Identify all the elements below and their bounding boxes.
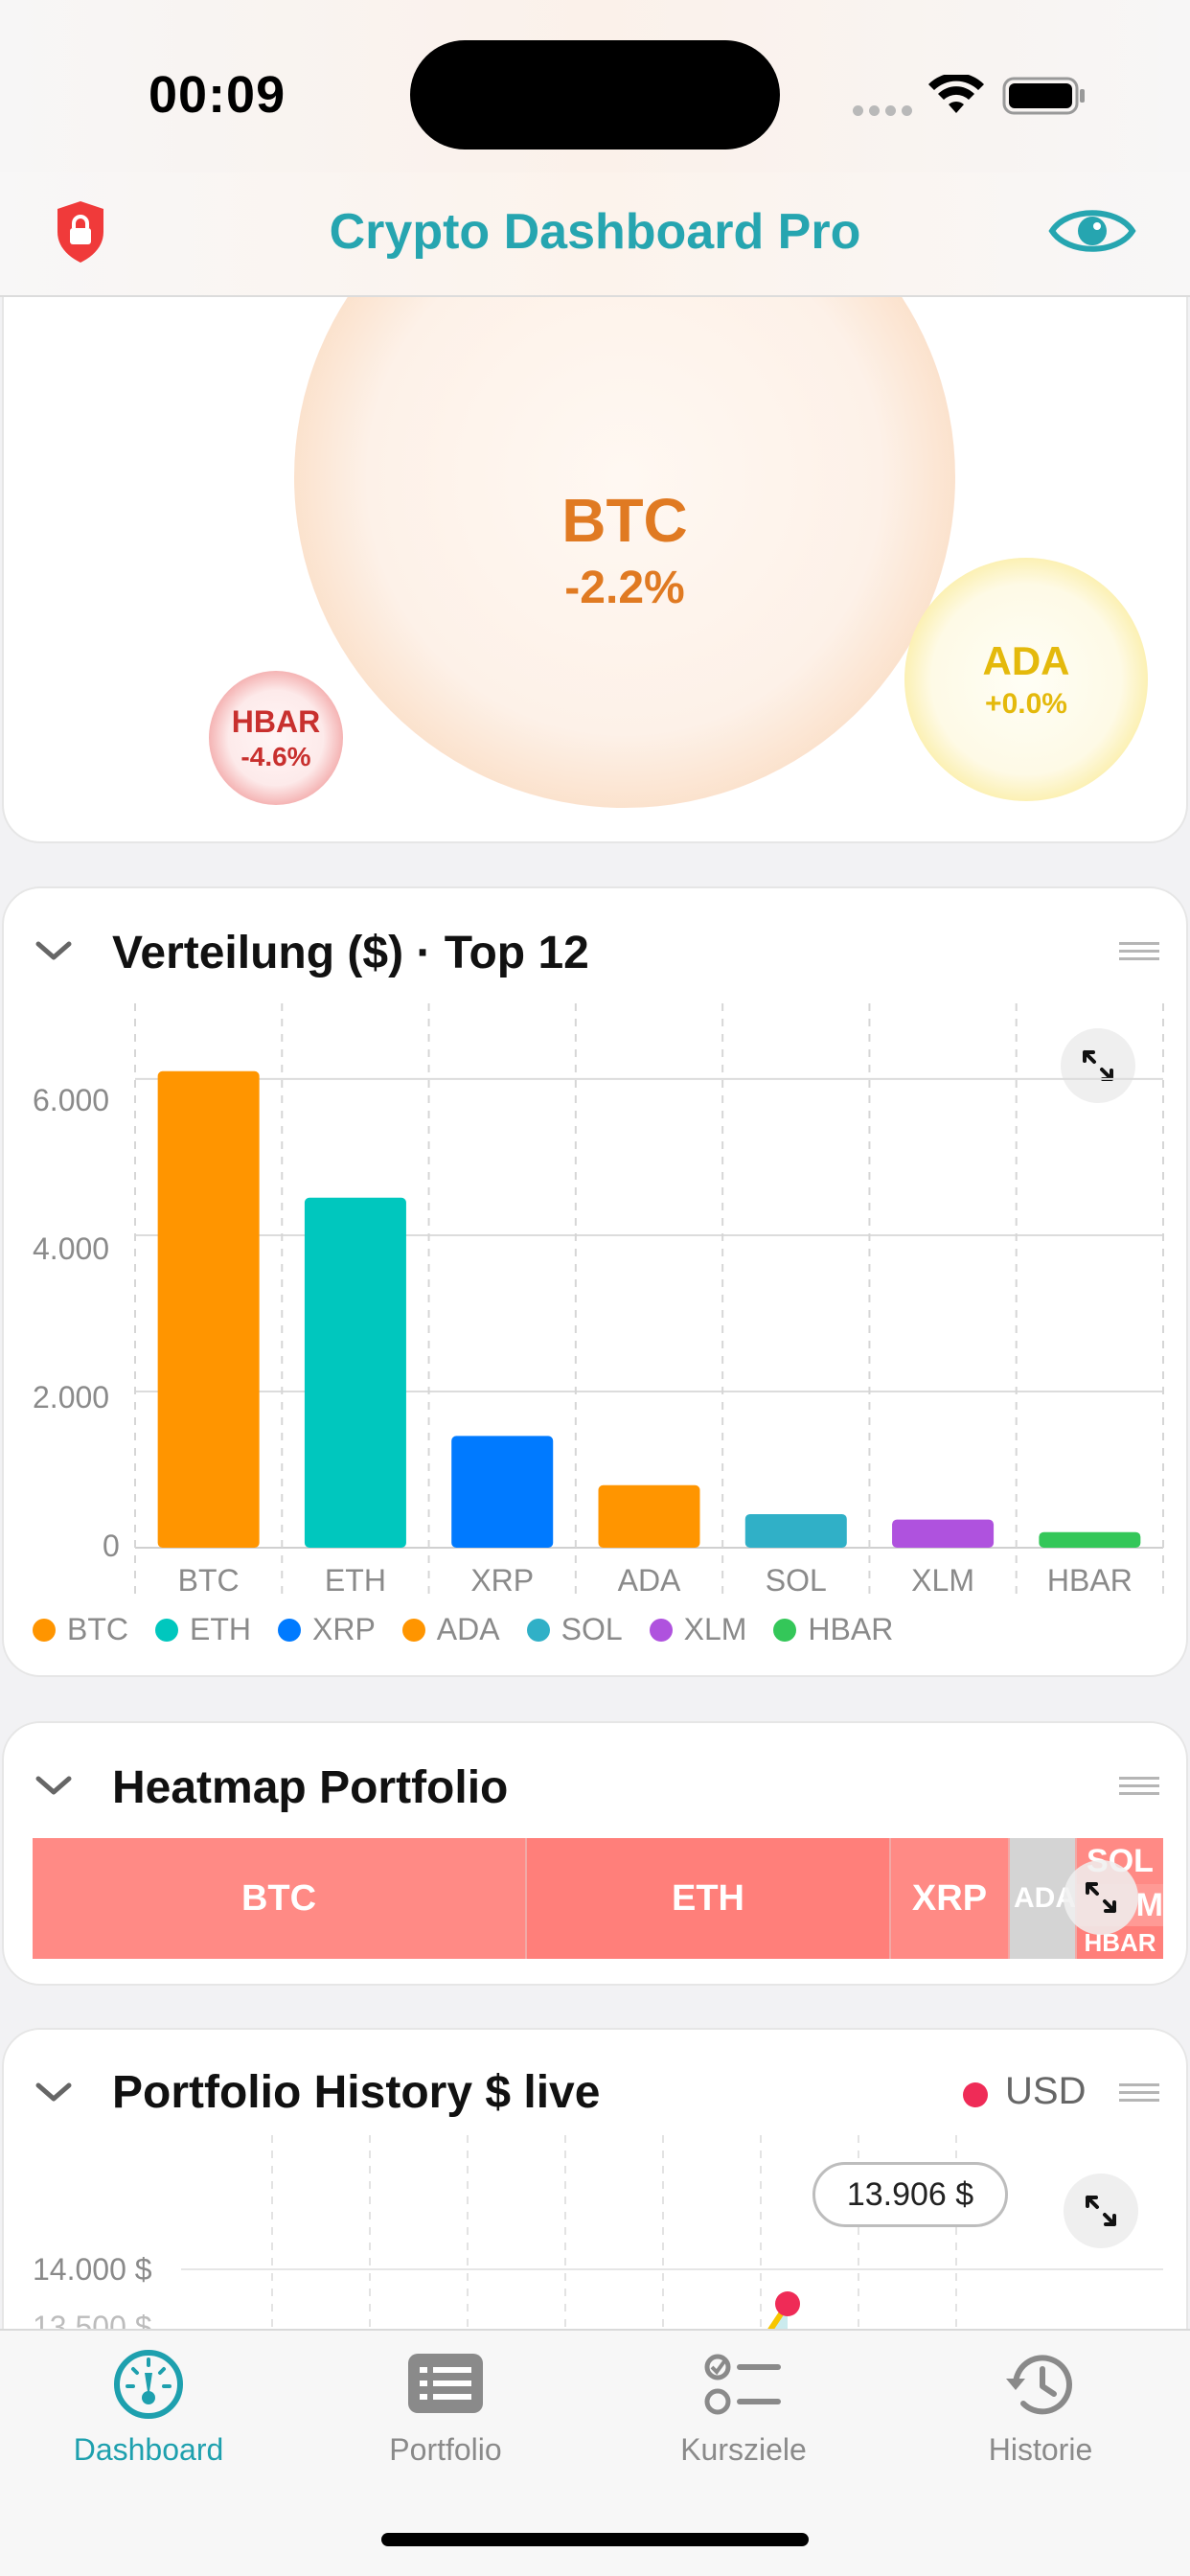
tab-dashboard[interactable]: Dashboard — [5, 2348, 292, 2468]
eye-icon[interactable] — [1048, 199, 1136, 263]
page-title: Crypto Dashboard Pro — [329, 204, 861, 260]
legend-item: XRP — [278, 1612, 376, 1647]
legend-label: BTC — [67, 1612, 128, 1646]
home-indicator — [381, 2533, 809, 2546]
x-tick-label: BTC — [178, 1563, 240, 1598]
legend-dot — [33, 1618, 56, 1642]
expand-icon — [1086, 1882, 1116, 1913]
drag-handle-icon[interactable] — [1119, 1775, 1159, 1798]
expand-button[interactable] — [1064, 1860, 1138, 1935]
x-tick-label: ETH — [325, 1563, 386, 1598]
expand-button[interactable] — [1064, 2174, 1138, 2248]
legend-item: BTC — [33, 1612, 128, 1647]
x-tick-label: SOL — [766, 1563, 827, 1598]
legend-label: XRP — [312, 1612, 376, 1646]
status-bar: 00:09 — [0, 0, 1190, 172]
x-tick-label: ADA — [618, 1563, 681, 1598]
legend-dot — [401, 1618, 425, 1642]
tab-label: Dashboard — [73, 2432, 224, 2467]
bubble-symbol: ADA — [982, 638, 1070, 683]
heatmap: BTC ETH XRP ADA SOL M HBAR — [33, 1838, 1163, 1959]
heatmap-title: Heatmap Portfolio — [112, 1762, 509, 1813]
chevron-down-icon[interactable] — [33, 2078, 75, 2106]
bar-hbar — [1039, 1531, 1141, 1548]
tab-label: Kursziele — [680, 2432, 807, 2467]
legend-label: HBAR — [808, 1612, 894, 1646]
tab-label: Portfolio — [389, 2432, 502, 2467]
bubble-btc[interactable]: BTC -2.2% — [294, 297, 955, 808]
chevron-down-icon[interactable] — [33, 1771, 75, 1800]
tab-portfolio[interactable]: Portfolio — [302, 2348, 589, 2468]
legend-item: ADA — [401, 1612, 500, 1647]
drag-handle-icon[interactable] — [1119, 2082, 1159, 2104]
gauge-icon — [114, 2350, 183, 2419]
history-title: Portfolio History $ live — [112, 2067, 601, 2118]
distribution-card: Verteilung ($) · Top 12 6.000 4.000 2.00… — [2, 886, 1188, 1677]
chart-legend: BTC ETH XRP ADA SOL XLM HBAR — [33, 1612, 920, 1647]
checklist-icon — [704, 2354, 781, 2415]
legend-dot — [773, 1618, 797, 1642]
bar-xlm — [892, 1519, 995, 1548]
legend-dot — [155, 1618, 178, 1642]
legend-item: HBAR — [773, 1612, 893, 1647]
bubble-symbol: BTC — [561, 485, 688, 555]
bubble-change: -2.2% — [564, 562, 685, 613]
current-value-tooltip: 13.906 $ — [812, 2162, 1008, 2227]
legend-label: XLM — [683, 1612, 747, 1646]
legend-label: SOL — [561, 1612, 623, 1646]
dynamic-island — [410, 40, 780, 150]
bar-sol — [744, 1513, 847, 1548]
currency-indicator — [963, 2082, 988, 2107]
legend-dot — [278, 1618, 301, 1642]
x-tick-label: XRP — [470, 1563, 534, 1598]
nav-bar: Crypto Dashboard Pro — [0, 172, 1190, 297]
bubble-hbar[interactable]: HBAR -4.6% — [209, 671, 343, 805]
heatmap-card: Heatmap Portfolio BTC ETH XRP ADA SOL M … — [2, 1721, 1188, 1986]
bar-xrp — [451, 1436, 554, 1548]
expand-icon — [1086, 2196, 1116, 2226]
tab-kursziele[interactable]: Kursziele — [600, 2348, 887, 2468]
x-tick-label: HBAR — [1047, 1563, 1133, 1598]
bar-chart: BTC ETH XRP ADA SOL XLM HBAR — [134, 1003, 1164, 1599]
legend-dot — [526, 1618, 550, 1642]
list-icon — [408, 2354, 483, 2413]
bubble-change: +0.0% — [985, 688, 1067, 720]
legend-item: ETH — [155, 1612, 251, 1647]
x-tick-label: XLM — [911, 1563, 974, 1598]
legend-dot — [649, 1618, 673, 1642]
bubble-symbol: HBAR — [231, 703, 321, 739]
bubble-chart-card: BTC -2.2% ADA +0.0% HBAR -4.6% — [2, 297, 1188, 843]
legend-item: SOL — [526, 1612, 623, 1647]
cellular-signal-icon — [853, 104, 918, 121]
heatmap-cell-xrp[interactable]: XRP — [891, 1838, 1010, 1959]
bar-btc — [157, 1070, 260, 1548]
legend-label: ADA — [436, 1612, 500, 1646]
heatmap-cell-btc[interactable]: BTC — [33, 1838, 527, 1959]
bubble-ada[interactable]: ADA +0.0% — [904, 558, 1148, 801]
tab-label: Historie — [988, 2432, 1093, 2467]
wifi-icon — [928, 75, 984, 113]
history-icon — [1006, 2355, 1072, 2415]
status-time: 00:09 — [149, 66, 286, 124]
currency-toggle[interactable]: USD — [1005, 2070, 1086, 2113]
tab-historie[interactable]: Historie — [897, 2348, 1184, 2468]
heatmap-cell-eth[interactable]: ETH — [527, 1838, 891, 1959]
legend-item: XLM — [649, 1612, 747, 1647]
battery-icon — [1002, 77, 1085, 115]
y-tick-label: 14.000 $ — [33, 2252, 152, 2287]
bubble-change: -4.6% — [240, 741, 311, 771]
legend-label: ETH — [190, 1612, 251, 1646]
bar-eth — [304, 1197, 406, 1548]
bar-ada — [598, 1484, 700, 1548]
